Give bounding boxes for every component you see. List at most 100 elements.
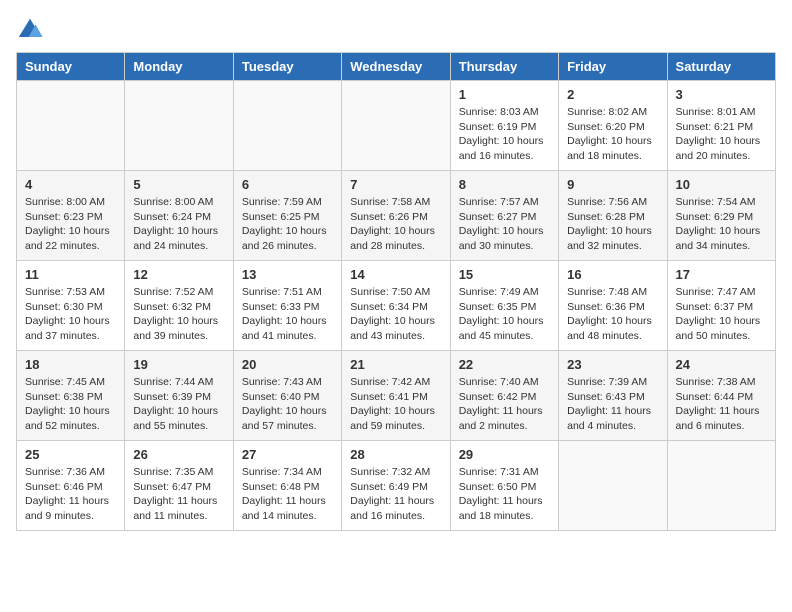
day-cell: 4 Sunrise: 8:00 AMSunset: 6:23 PMDaylight… bbox=[17, 171, 125, 261]
day-number: 20 bbox=[242, 357, 333, 372]
day-detail: Sunrise: 7:40 AMSunset: 6:42 PMDaylight:… bbox=[459, 375, 550, 434]
header-cell-thursday: Thursday bbox=[450, 53, 558, 81]
day-cell: 17Sunrise: 7:47 AMSunset: 6:37 PMDayligh… bbox=[667, 261, 775, 351]
week-row-4: 18 Sunrise: 7:45 AMSunset: 6:38 PMDayligh… bbox=[17, 351, 776, 441]
week-row-1: 1 Sunrise: 8:03 AMSunset: 6:19 PMDaylight… bbox=[17, 81, 776, 171]
day-detail: Sunrise: 8:00 AMSunset: 6:23 PMDaylight:… bbox=[25, 195, 116, 254]
day-number: 9 bbox=[567, 177, 658, 192]
day-detail: Sunrise: 7:35 AMSunset: 6:47 PMDaylight:… bbox=[133, 465, 224, 524]
day-detail: Sunrise: 7:56 AMSunset: 6:28 PMDaylight:… bbox=[567, 195, 658, 254]
day-cell: 27 Sunrise: 7:34 AMSunset: 6:48 PMDayligh… bbox=[233, 441, 341, 531]
day-number: 6 bbox=[242, 177, 333, 192]
day-number: 13 bbox=[242, 267, 333, 282]
day-cell: 22 Sunrise: 7:40 AMSunset: 6:42 PMDayligh… bbox=[450, 351, 558, 441]
header-cell-saturday: Saturday bbox=[667, 53, 775, 81]
header-cell-wednesday: Wednesday bbox=[342, 53, 450, 81]
day-number: 1 bbox=[459, 87, 550, 102]
day-cell: 11 Sunrise: 7:53 AMSunset: 6:30 PMDayligh… bbox=[17, 261, 125, 351]
day-number: 3 bbox=[676, 87, 767, 102]
day-detail: Sunrise: 7:57 AMSunset: 6:27 PMDaylight:… bbox=[459, 195, 550, 254]
header-cell-friday: Friday bbox=[559, 53, 667, 81]
day-cell bbox=[125, 81, 233, 171]
day-detail: Sunrise: 7:52 AMSunset: 6:32 PMDaylight:… bbox=[133, 285, 224, 344]
day-cell bbox=[17, 81, 125, 171]
day-cell: 13 Sunrise: 7:51 AMSunset: 6:33 PMDayligh… bbox=[233, 261, 341, 351]
day-cell: 26 Sunrise: 7:35 AMSunset: 6:47 PMDayligh… bbox=[125, 441, 233, 531]
day-detail: Sunrise: 7:50 AMSunset: 6:34 PMDaylight:… bbox=[350, 285, 441, 344]
day-cell: 12 Sunrise: 7:52 AMSunset: 6:32 PMDayligh… bbox=[125, 261, 233, 351]
day-number: 19 bbox=[133, 357, 224, 372]
day-detail: Sunrise: 7:45 AMSunset: 6:38 PMDaylight:… bbox=[25, 375, 116, 434]
header-cell-tuesday: Tuesday bbox=[233, 53, 341, 81]
day-number: 8 bbox=[459, 177, 550, 192]
day-cell: 28Sunrise: 7:32 AMSunset: 6:49 PMDayligh… bbox=[342, 441, 450, 531]
day-number: 21 bbox=[350, 357, 441, 372]
day-number: 4 bbox=[25, 177, 116, 192]
day-number: 24 bbox=[676, 357, 767, 372]
day-detail: Sunrise: 7:44 AMSunset: 6:39 PMDaylight:… bbox=[133, 375, 224, 434]
day-cell bbox=[233, 81, 341, 171]
day-number: 23 bbox=[567, 357, 658, 372]
day-cell: 10 Sunrise: 7:54 AMSunset: 6:29 PMDayligh… bbox=[667, 171, 775, 261]
day-cell: 23 Sunrise: 7:39 AMSunset: 6:43 PMDayligh… bbox=[559, 351, 667, 441]
day-detail: Sunrise: 7:34 AMSunset: 6:48 PMDaylight:… bbox=[242, 465, 333, 524]
day-detail: Sunrise: 8:03 AMSunset: 6:19 PMDaylight:… bbox=[459, 105, 550, 164]
day-number: 29 bbox=[459, 447, 550, 462]
day-detail: Sunrise: 7:31 AMSunset: 6:50 PMDaylight:… bbox=[459, 465, 550, 524]
day-detail: Sunrise: 7:36 AMSunset: 6:46 PMDaylight:… bbox=[25, 465, 116, 524]
day-cell: 21 Sunrise: 7:42 AMSunset: 6:41 PMDayligh… bbox=[342, 351, 450, 441]
week-row-5: 25 Sunrise: 7:36 AMSunset: 6:46 PMDayligh… bbox=[17, 441, 776, 531]
day-detail: Sunrise: 7:59 AMSunset: 6:25 PMDaylight:… bbox=[242, 195, 333, 254]
day-detail: Sunrise: 7:58 AMSunset: 6:26 PMDaylight:… bbox=[350, 195, 441, 254]
day-cell: 1 Sunrise: 8:03 AMSunset: 6:19 PMDaylight… bbox=[450, 81, 558, 171]
day-cell: 16 Sunrise: 7:48 AMSunset: 6:36 PMDayligh… bbox=[559, 261, 667, 351]
day-number: 2 bbox=[567, 87, 658, 102]
day-cell: 6 Sunrise: 7:59 AMSunset: 6:25 PMDaylight… bbox=[233, 171, 341, 261]
day-detail: Sunrise: 7:51 AMSunset: 6:33 PMDaylight:… bbox=[242, 285, 333, 344]
header-cell-monday: Monday bbox=[125, 53, 233, 81]
day-detail: Sunrise: 7:48 AMSunset: 6:36 PMDaylight:… bbox=[567, 285, 658, 344]
day-cell: 29 Sunrise: 7:31 AMSunset: 6:50 PMDayligh… bbox=[450, 441, 558, 531]
day-number: 7 bbox=[350, 177, 441, 192]
day-detail: Sunrise: 7:53 AMSunset: 6:30 PMDaylight:… bbox=[25, 285, 116, 344]
day-detail: Sunrise: 7:43 AMSunset: 6:40 PMDaylight:… bbox=[242, 375, 333, 434]
day-number: 10 bbox=[676, 177, 767, 192]
day-cell bbox=[559, 441, 667, 531]
day-number: 15 bbox=[459, 267, 550, 282]
day-cell: 5 Sunrise: 8:00 AMSunset: 6:24 PMDaylight… bbox=[125, 171, 233, 261]
day-detail: Sunrise: 8:00 AMSunset: 6:24 PMDaylight:… bbox=[133, 195, 224, 254]
day-detail: Sunrise: 7:32 AMSunset: 6:49 PMDaylight:… bbox=[350, 465, 441, 524]
day-cell: 15 Sunrise: 7:49 AMSunset: 6:35 PMDayligh… bbox=[450, 261, 558, 351]
header-cell-sunday: Sunday bbox=[17, 53, 125, 81]
day-detail: Sunrise: 7:42 AMSunset: 6:41 PMDaylight:… bbox=[350, 375, 441, 434]
day-detail: Sunrise: 7:49 AMSunset: 6:35 PMDaylight:… bbox=[459, 285, 550, 344]
day-detail: Sunrise: 7:39 AMSunset: 6:43 PMDaylight:… bbox=[567, 375, 658, 434]
day-detail: Sunrise: 8:01 AMSunset: 6:21 PMDaylight:… bbox=[676, 105, 767, 164]
day-cell: 25 Sunrise: 7:36 AMSunset: 6:46 PMDayligh… bbox=[17, 441, 125, 531]
week-row-3: 11 Sunrise: 7:53 AMSunset: 6:30 PMDayligh… bbox=[17, 261, 776, 351]
day-cell: 14 Sunrise: 7:50 AMSunset: 6:34 PMDayligh… bbox=[342, 261, 450, 351]
day-number: 27 bbox=[242, 447, 333, 462]
week-row-2: 4 Sunrise: 8:00 AMSunset: 6:23 PMDaylight… bbox=[17, 171, 776, 261]
day-number: 11 bbox=[25, 267, 116, 282]
day-number: 12 bbox=[133, 267, 224, 282]
day-cell: 24Sunrise: 7:38 AMSunset: 6:44 PMDayligh… bbox=[667, 351, 775, 441]
logo-icon bbox=[16, 16, 44, 44]
day-cell bbox=[667, 441, 775, 531]
day-cell: 3 Sunrise: 8:01 AMSunset: 6:21 PMDaylight… bbox=[667, 81, 775, 171]
day-number: 14 bbox=[350, 267, 441, 282]
day-number: 16 bbox=[567, 267, 658, 282]
day-cell: 19 Sunrise: 7:44 AMSunset: 6:39 PMDayligh… bbox=[125, 351, 233, 441]
calendar-table: SundayMondayTuesdayWednesdayThursdayFrid… bbox=[16, 52, 776, 531]
day-number: 25 bbox=[25, 447, 116, 462]
day-cell: 20 Sunrise: 7:43 AMSunset: 6:40 PMDayligh… bbox=[233, 351, 341, 441]
day-detail: Sunrise: 7:54 AMSunset: 6:29 PMDaylight:… bbox=[676, 195, 767, 254]
day-detail: Sunrise: 8:02 AMSunset: 6:20 PMDaylight:… bbox=[567, 105, 658, 164]
day-number: 18 bbox=[25, 357, 116, 372]
day-number: 22 bbox=[459, 357, 550, 372]
day-cell: 18 Sunrise: 7:45 AMSunset: 6:38 PMDayligh… bbox=[17, 351, 125, 441]
day-number: 5 bbox=[133, 177, 224, 192]
day-number: 26 bbox=[133, 447, 224, 462]
day-number: 17 bbox=[676, 267, 767, 282]
logo bbox=[16, 16, 48, 44]
